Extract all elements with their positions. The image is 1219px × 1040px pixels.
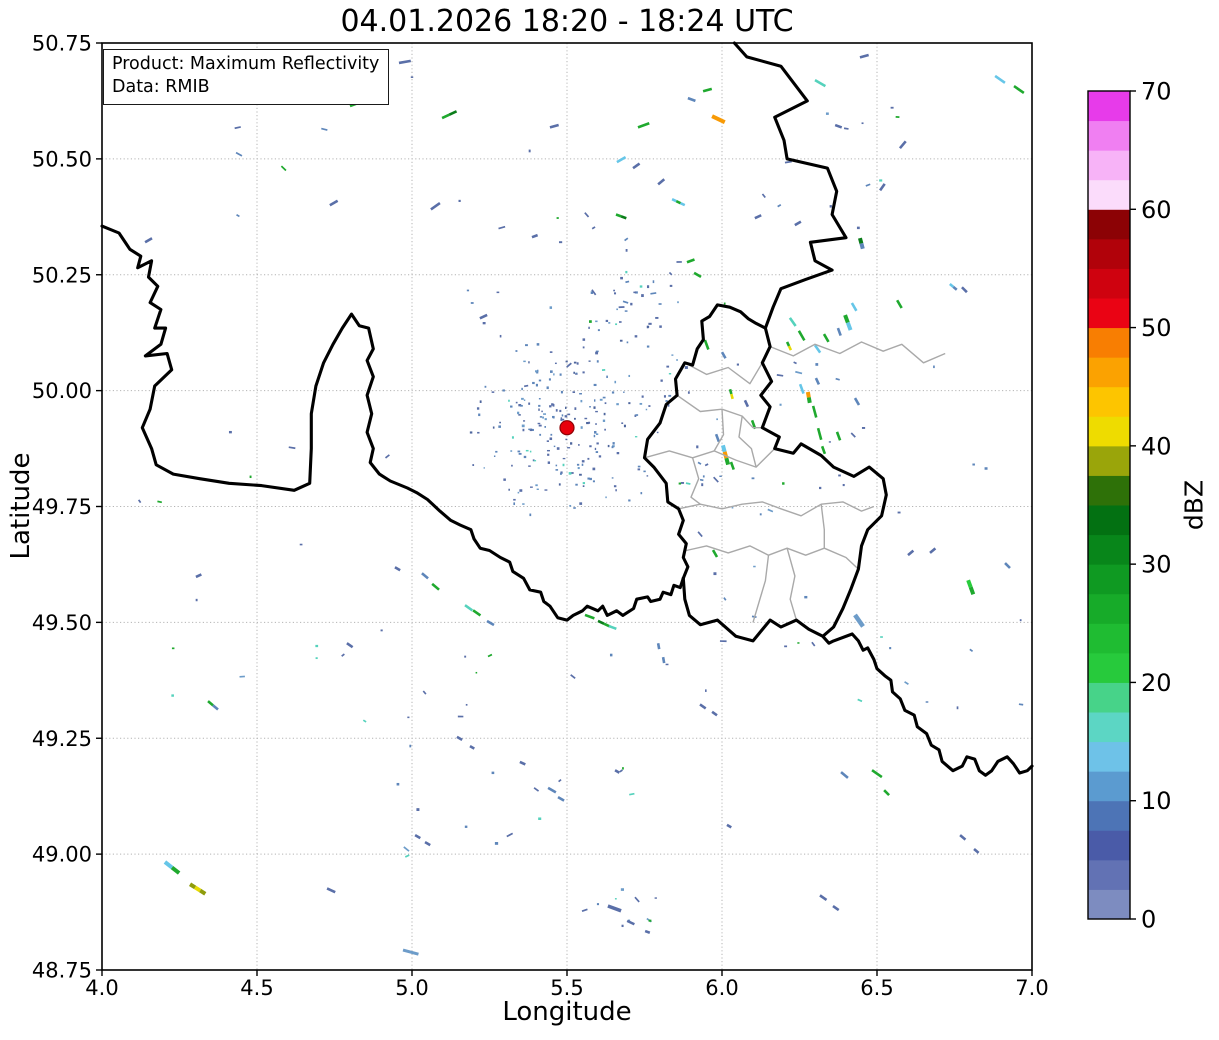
annotation-data-line: Data: RMIB [112, 76, 379, 99]
y-tick-label: 50.25 [32, 263, 92, 287]
annotation-product-line: Product: Maximum Reflectivity [112, 53, 379, 76]
y-tick-label: 50.00 [32, 379, 92, 403]
y-tick-label: 49.00 [32, 843, 92, 867]
colorbar-tick-label: 0 [1141, 906, 1156, 934]
page-title: 04.01.2026 18:20 - 18:24 UTC [102, 4, 1032, 39]
colorbar-tick-label: 20 [1141, 669, 1172, 697]
echo-speck-fields [139, 76, 1024, 927]
axes: 4.04.55.05.56.06.57.048.7549.0049.2549.5… [32, 32, 1049, 1001]
y-tick-label: 49.50 [32, 611, 92, 635]
national-borders [102, 43, 1032, 775]
y-tick-label: 48.75 [32, 959, 92, 983]
clutter-rings [470, 309, 678, 517]
y-tick-label: 50.75 [32, 32, 92, 56]
colorbar-tick-label: 70 [1141, 78, 1172, 106]
colorbar-tick-label: 30 [1141, 551, 1172, 579]
y-tick-label: 49.75 [32, 495, 92, 519]
x-axis-label: Longitude [102, 997, 1032, 1027]
radar-plot-canvas: 4.04.55.05.56.06.57.048.7549.0049.2549.5… [0, 0, 1219, 1040]
echo-streaks [145, 55, 1024, 954]
y-tick-label: 49.25 [32, 727, 92, 751]
colorbar-tick-label: 60 [1141, 196, 1172, 224]
y-tick-label: 50.50 [32, 147, 92, 171]
colorbar-tick-label: 50 [1141, 314, 1172, 342]
gridlines [102, 43, 1032, 970]
colorbar-tick-label: 10 [1141, 787, 1172, 815]
annotation-box: Product: Maximum Reflectivity Data: RMIB [103, 49, 389, 105]
colorbar-tick-label: 40 [1141, 432, 1172, 460]
radar-map-figure: 4.04.55.05.56.06.57.048.7549.0049.2549.5… [0, 0, 1219, 1040]
admin-borders [645, 342, 946, 622]
radar-site-marker [560, 421, 574, 435]
colorbar: 0 10 20 30 40 50 60 70 [1088, 78, 1172, 934]
